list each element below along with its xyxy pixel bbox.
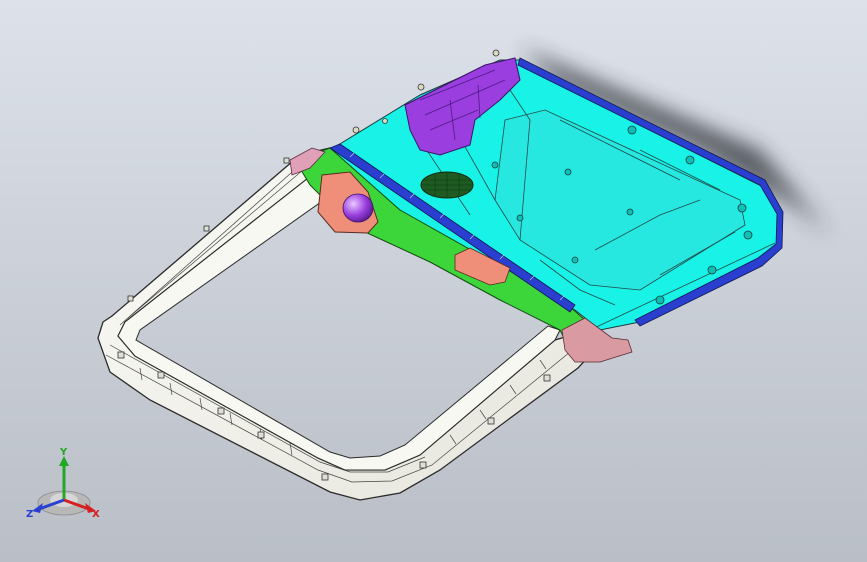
y-axis-label: Y xyxy=(59,447,68,458)
x-axis-label: X xyxy=(92,509,100,520)
z-axis-arrow xyxy=(32,503,43,513)
purple-dome[interactable] xyxy=(342,193,374,223)
sunroof-assembly-model[interactable] xyxy=(0,0,867,562)
view-orientation-triad[interactable]: Y X Z xyxy=(22,445,112,530)
cad-graphics-viewport[interactable]: Y X Z xyxy=(0,0,867,562)
z-axis-label: Z xyxy=(26,509,33,520)
